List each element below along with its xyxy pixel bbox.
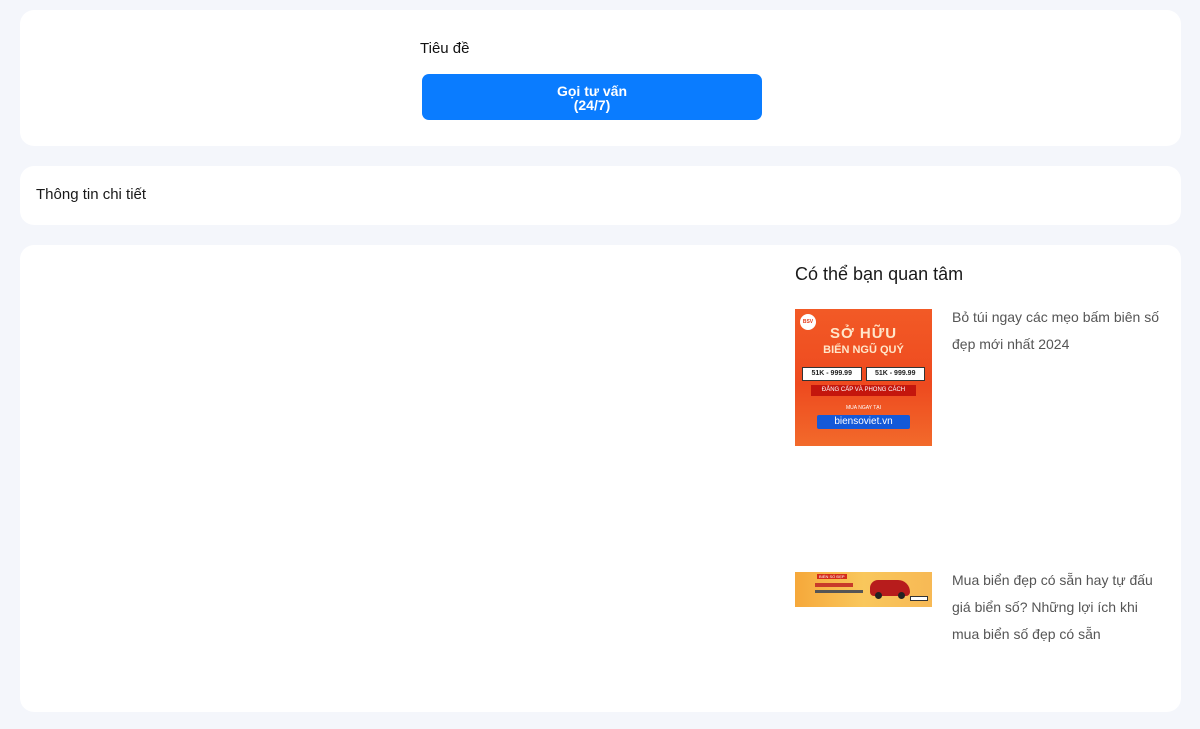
license-plate-icon [910,596,928,601]
call-consult-button[interactable]: Gọi tư vấn (24/7) [422,74,762,120]
banner-headline: SỞ HỮU [829,325,898,342]
header-card: Tiêu đề Gọi tư vấn (24/7) [20,10,1181,146]
wheel-icon [898,592,905,599]
related-article[interactable]: BSV SỞ HỮU BIỂN NGŨ QUÝ 51K - 999.99 51K… [795,309,1167,446]
related-article-thumbnail[interactable]: BIỂN SỐ ĐẸP [795,572,932,607]
related-heading: Có thể bạn quan tâm [795,264,964,284]
related-article[interactable]: BIỂN SỐ ĐẸP Mua biển đẹp có sẵn hay tự đ… [795,572,1167,648]
banner-tag: BIỂN SỐ ĐẸP [817,574,847,579]
related-article-thumbnail[interactable]: BSV SỞ HỮU BIỂN NGŨ QUÝ 51K - 999.99 51K… [795,309,932,446]
call-consult-label: Gọi tư vấn [556,83,628,99]
page-title: Tiêu đề [420,40,470,57]
license-plate: 51K - 999.99 [802,367,862,381]
banner-website: biensoviet.vn [817,415,910,429]
call-consult-hours: (24/7) [573,97,611,113]
banner-cta-text: MUA NGAY TẠI [845,405,881,411]
banner-text-bar [815,583,853,587]
related-article-title[interactable]: Mua biển đẹp có sẵn hay tự đấu giá biển … [952,567,1167,648]
details-title: Thông tin chi tiết [36,186,147,203]
license-plate: 51K - 999.99 [865,367,925,381]
banner-plates: 51K - 999.99 51K - 999.99 [802,367,925,381]
banner-text-bar [815,590,863,593]
details-card: Thông tin chi tiết [20,166,1181,225]
banner-tagline: ĐẲNG CẤP VÀ PHONG CÁCH [811,385,916,396]
banner-subheadline: BIỂN NGŨ QUÝ [823,344,904,356]
wheel-icon [875,592,882,599]
content-card: Có thể bạn quan tâm BSV SỞ HỮU BIỂN NGŨ … [20,245,1181,712]
related-article-title[interactable]: Bỏ túi ngay các mẹo bấm biên số đẹp mới … [952,304,1167,446]
